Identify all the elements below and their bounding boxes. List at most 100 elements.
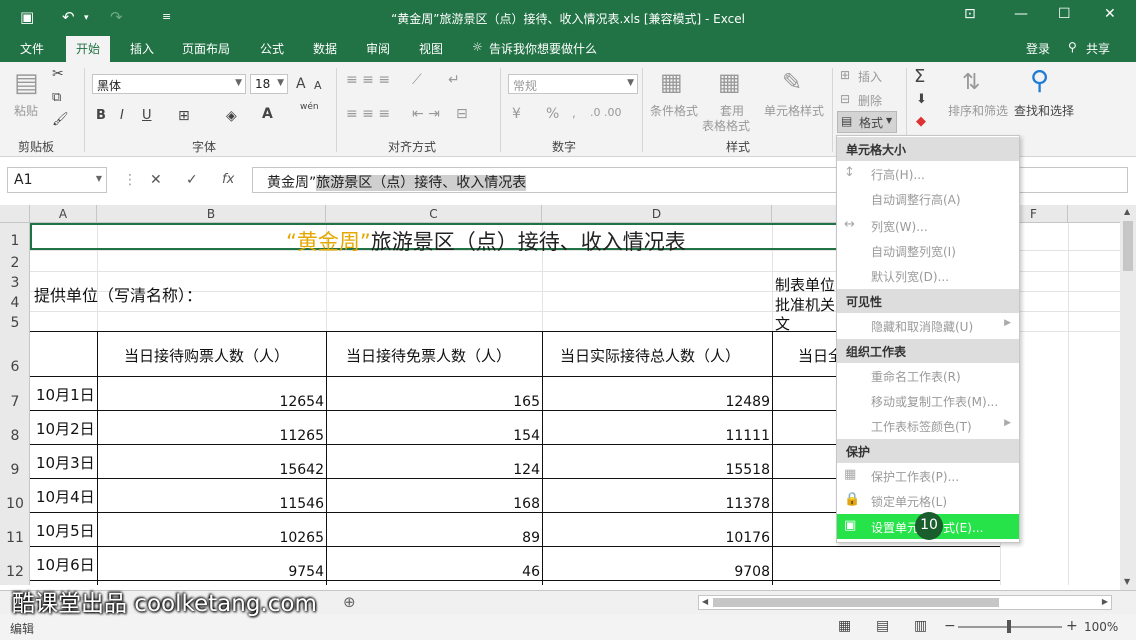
delete-cells-button[interactable]: 删除 (858, 92, 882, 109)
scroll-left-icon[interactable]: ◀ (702, 597, 708, 606)
insert-cells-icon[interactable]: ⊞ (840, 68, 850, 82)
tab-formulas[interactable]: 公式 (260, 40, 284, 57)
row-header[interactable]: 9 (0, 462, 30, 478)
tab-data[interactable]: 数据 (313, 40, 337, 57)
indent-icon[interactable]: ⇤ ⇥ (412, 106, 440, 122)
table-format-icon[interactable]: ▦ (718, 68, 741, 96)
clear-icon[interactable]: ◆ (916, 114, 926, 129)
sort-filter-icon[interactable]: ⇅ (962, 70, 980, 95)
zoom-in-icon[interactable]: + (1066, 618, 1078, 634)
cancel-icon[interactable]: ✕ (150, 172, 162, 188)
column-header-c[interactable]: C (326, 205, 542, 223)
scroll-thumb[interactable] (1123, 221, 1133, 271)
row-header[interactable]: 11 (0, 530, 30, 546)
ribbon-display-icon[interactable]: ⊡ (964, 6, 976, 22)
conditional-format-button[interactable]: 条件格式 (650, 102, 698, 119)
align-top-icon[interactable]: ≡ ≡ ≡ (346, 72, 390, 88)
name-box[interactable]: A1 ▼ (7, 167, 107, 193)
italic-button[interactable]: I (120, 108, 124, 123)
page-layout-view-icon[interactable]: ▤ (876, 618, 889, 634)
select-all-corner[interactable] (0, 205, 30, 223)
cell-styles-button[interactable]: 单元格样式 (764, 102, 824, 119)
format-painter-icon[interactable]: 🖌 (52, 112, 69, 127)
horizontal-scrollbar[interactable]: ◀ ▶ (698, 595, 1112, 610)
format-button[interactable]: 格式 (859, 114, 883, 131)
row-header[interactable]: 8 (0, 428, 30, 444)
menu-item-hide-unhide[interactable]: 隐藏和取消隐藏(U) ▶ (837, 313, 1019, 338)
font-size-combo[interactable]: 18 ▼ (250, 74, 288, 94)
insert-cells-button[interactable]: 插入 (858, 68, 882, 85)
tab-page-layout[interactable]: 页面布局 (182, 40, 230, 57)
scroll-up-icon[interactable]: ▲ (1124, 207, 1130, 216)
cell-styles-icon[interactable]: ✎ (782, 68, 802, 96)
row-header[interactable]: 5 (0, 315, 30, 331)
sort-filter-button[interactable]: 排序和筛选 (948, 102, 1008, 119)
fill-color-icon[interactable]: ◈ (226, 108, 237, 124)
merge-center-icon[interactable]: ⊟ (456, 106, 468, 122)
find-select-button[interactable]: 查找和选择 (1014, 102, 1074, 119)
normal-view-icon[interactable]: ▦ (838, 618, 851, 634)
wrap-text-icon[interactable]: ↵ (448, 72, 460, 88)
zoom-out-icon[interactable]: − (944, 618, 956, 634)
menu-item-autofit-col[interactable]: 自动调整列宽(I) (837, 238, 1019, 263)
maximize-icon[interactable]: ☐ (1058, 6, 1071, 22)
decimal-icon[interactable]: .0 .00 (590, 106, 622, 119)
format-icon[interactable]: ▤ (841, 114, 852, 128)
row-header[interactable]: 1 (0, 233, 30, 249)
align-left-icon[interactable]: ≡ ≡ ≡ (346, 106, 390, 122)
tab-insert[interactable]: 插入 (130, 40, 154, 57)
zoom-level[interactable]: 100% (1084, 620, 1118, 634)
h-scroll-thumb[interactable] (713, 598, 999, 607)
scroll-down-icon[interactable]: ▼ (1124, 577, 1130, 586)
share-icon[interactable]: ⚲ (1068, 40, 1077, 54)
zoom-slider-thumb[interactable] (1007, 620, 1011, 633)
menu-item-col-width[interactable]: ↔ 列宽(W)... (837, 213, 1019, 238)
scroll-right-icon[interactable]: ▶ (1102, 597, 1108, 606)
orientation-icon[interactable]: ⟋ (412, 72, 422, 88)
table-format-line2[interactable]: 表格格式 (702, 117, 750, 134)
paste-icon[interactable]: ▤ (14, 68, 39, 98)
delete-cells-icon[interactable]: ⊟ (840, 92, 850, 106)
borders-icon[interactable]: ⊞ (178, 108, 190, 124)
menu-item-row-height[interactable]: ↕ 行高(H)... (837, 161, 1019, 186)
conditional-format-icon[interactable]: ▦ (660, 68, 683, 96)
enter-icon[interactable]: ✓ (186, 172, 198, 188)
menu-item-move-copy[interactable]: 移动或复制工作表(M)... (837, 388, 1019, 413)
menu-item-tab-color[interactable]: 工作表标签颜色(T) ▶ (837, 413, 1019, 438)
autosum-icon[interactable]: Σ (914, 66, 925, 87)
copy-icon[interactable]: ⧉ (52, 90, 61, 105)
fill-icon[interactable]: ⬇ (916, 92, 927, 107)
paste-button[interactable]: 粘贴 (14, 102, 38, 119)
column-header-b[interactable]: B (97, 205, 326, 223)
row-header[interactable]: 6 (0, 359, 30, 375)
tell-me-box[interactable]: 告诉我你想要做什么 (489, 40, 597, 57)
grow-font-button[interactable]: A (296, 76, 306, 92)
row-header[interactable]: 10 (0, 496, 30, 512)
font-color-button[interactable]: A (262, 106, 273, 122)
cut-icon[interactable]: ✂ (52, 66, 64, 82)
number-format-combo[interactable]: 常规 ▼ (508, 74, 638, 94)
login-link[interactable]: 登录 (1026, 40, 1050, 57)
share-button[interactable]: 共享 (1086, 40, 1110, 57)
column-header-d[interactable]: D (542, 205, 772, 223)
menu-item-rename[interactable]: 重命名工作表(R) (837, 363, 1019, 388)
close-icon[interactable]: ✕ (1104, 6, 1116, 22)
menu-item-default-width[interactable]: 默认列宽(D)... (837, 263, 1019, 288)
row-header[interactable]: 12 (0, 564, 30, 580)
row-header[interactable]: 7 (0, 394, 30, 410)
add-sheet-icon[interactable]: ⊕ (343, 593, 356, 611)
minimize-icon[interactable]: — (1014, 6, 1028, 22)
menu-item-protect-sheet[interactable]: ▦ 保护工作表(P)... (837, 463, 1019, 488)
phonetic-button[interactable]: wén (300, 102, 319, 112)
bold-button[interactable]: B (96, 108, 106, 123)
tab-home[interactable]: 开始 (66, 36, 111, 62)
row-header[interactable]: 4 (0, 295, 30, 311)
tab-view[interactable]: 视图 (419, 40, 443, 57)
underline-button[interactable]: U (142, 108, 152, 123)
menu-item-autofit-row[interactable]: 自动调整行高(A) (837, 186, 1019, 211)
comma-style-icon[interactable]: , (572, 106, 576, 120)
search-icon[interactable]: ⚲ (1030, 66, 1049, 96)
shrink-font-button[interactable]: A (314, 79, 322, 92)
menu-item-lock-cell[interactable]: 🔒 锁定单元格(L) (837, 488, 1019, 513)
tab-file[interactable]: 文件 (20, 40, 44, 57)
